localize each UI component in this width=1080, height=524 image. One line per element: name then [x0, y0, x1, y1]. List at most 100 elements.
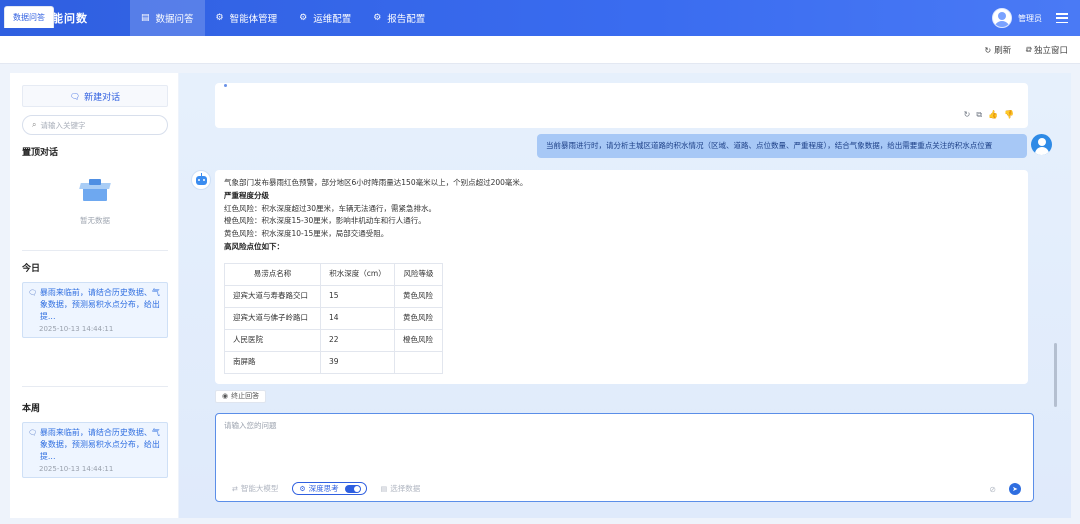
history-item-title: 暴雨来临前，请结合历史数据、气象数据，预测易积水点分布，给出提... — [39, 428, 160, 461]
user-message-avatar — [1031, 134, 1052, 155]
nav-item-label: 数据问答 — [155, 14, 194, 25]
empty-state: 暂无数据 — [22, 158, 168, 238]
table-row: 迎宾大道与寿春路交口 15 黄色风险 — [224, 284, 443, 308]
new-chat-button[interactable]: 🗨 新建对话 — [22, 85, 168, 107]
empty-box-icon — [79, 178, 111, 201]
gear-icon: ⚙ — [299, 484, 306, 493]
table-cell: 迎宾大道与寿春路交口 — [224, 284, 321, 308]
search-box: ⌕ — [22, 115, 168, 135]
bot-answer-card: 气象部门发布暴雨红色预警，部分地区6小时降雨量达150毫米以上，个别点超过200… — [215, 170, 1028, 384]
top-nav-bar: 智能问数 ▤ 数据问答 ⚙ 智能体管理 ⚙ 运维配置 ⚙ 报告配置 管理员 — [0, 0, 1080, 36]
history-item-title: 暴雨来临前，请结合历史数据、气象数据，预测易积水点分布，给出提... — [39, 288, 160, 321]
table-cell: 22 — [320, 328, 395, 352]
nav-item-data-qa[interactable]: ▤ 数据问答 — [130, 0, 205, 36]
user-name[interactable]: 管理员 — [1018, 13, 1042, 24]
select-data-button[interactable]: ▤ 选择数据 — [381, 483, 421, 494]
input-tools: ⇄ 智能大模型 ⚙ 深度思考 ▤ 选择数据 — [232, 482, 434, 495]
deep-think-toggle[interactable]: ⚙ 深度思考 — [292, 482, 367, 495]
table-cell: 39 — [320, 350, 395, 374]
conversation-sidebar: 🗨 新建对话 ⌕ 置顶对话 暂无数据 今日 🗨暴雨来临前，请结合历史数据、气象数… — [10, 73, 178, 518]
table-cell: 黄色风险 — [394, 284, 443, 308]
refresh-button[interactable]: ↻ 刷新 — [984, 44, 1012, 57]
toggle-switch[interactable] — [344, 484, 361, 493]
thumbs-down-icon[interactable]: 👎 — [1004, 110, 1014, 120]
nav-item-report-config[interactable]: ⚙ 报告配置 — [362, 0, 436, 36]
message-actions: ↻ ⧉ 👍 👎 — [958, 110, 1014, 120]
gear-icon: ⚙ — [215, 13, 224, 23]
empty-text: 暂无数据 — [80, 215, 110, 225]
nav-item-ops-config[interactable]: ⚙ 运维配置 — [288, 0, 362, 36]
nav-item-label: 智能体管理 — [229, 14, 278, 25]
user-area: 管理员 — [992, 0, 1068, 36]
send-area: ⊘ ➤ — [989, 483, 1021, 495]
hotspot-title: 高风险点位如下： — [224, 241, 284, 251]
refresh-icon: ↻ — [984, 45, 992, 55]
week-section-title: 本周 — [22, 404, 41, 414]
database-icon: ▤ — [380, 484, 388, 493]
detach-window-button[interactable]: ⧉ 独立窗口 — [1025, 44, 1068, 56]
copy-icon[interactable]: ⧉ — [976, 110, 982, 120]
table-row: 迎宾大道与佛子岭路口 14 黄色风险 — [224, 306, 443, 330]
table-cell: 14 — [320, 306, 395, 330]
chat-scrollbar[interactable] — [1054, 343, 1057, 407]
switch-icon: ⇄ — [232, 484, 238, 493]
table-cell — [394, 350, 443, 374]
table-cell: 黄色风险 — [394, 306, 443, 330]
search-icon: ⌕ — [32, 120, 37, 129]
table-cell: 15 — [320, 284, 395, 308]
chat-panel: ↻ ⧉ 👍 👎 当前暴雨进行时，请分析主城区道路的积水情况（区域、道路、点位数量… — [179, 73, 1071, 518]
table-row: 人民医院 22 橙色风险 — [224, 328, 443, 352]
severity-orange: 橙色风险：积水深度15-30厘米，影响非机动车和行人通行。 — [224, 216, 426, 226]
divider — [22, 250, 168, 251]
table-row: 南屏路 39 — [224, 350, 443, 374]
bot-avatar-icon — [191, 170, 211, 190]
chat-bubble-icon: 🗨 — [69, 91, 81, 101]
table-cell: 人民医院 — [224, 328, 321, 352]
regenerate-icon[interactable]: ↻ — [964, 110, 971, 120]
menu-icon[interactable] — [1056, 13, 1068, 23]
search-input[interactable] — [40, 120, 151, 130]
model-label: 智能大模型 — [240, 484, 279, 493]
main-nav: ▤ 数据问答 ⚙ 智能体管理 ⚙ 运维配置 ⚙ 报告配置 — [130, 0, 436, 36]
table-header-row: 易涝点名称 积水深度（cm） 风险等级 — [224, 262, 443, 286]
send-button[interactable]: ➤ — [1009, 483, 1021, 495]
history-item[interactable]: 🗨 暴雨来临前，请结合历史数据、气象数据，预测易积水点分布，给出提... 2025… — [22, 422, 168, 478]
answer-intro: 气象部门发布暴雨红色预警，部分地区6小时降雨量达150毫米以上，个别点超过200… — [224, 178, 528, 187]
nav-item-label: 报告配置 — [387, 14, 426, 25]
today-section-title: 今日 — [22, 264, 41, 274]
tab-bar — [0, 36, 1080, 64]
severity-red: 红色风险：积水深度超过30厘米，车辆无法通行，需紧急排水。 — [224, 203, 437, 213]
doc-icon: ▤ — [141, 13, 150, 23]
model-select-button[interactable]: ⇄ 智能大模型 — [232, 483, 278, 494]
tab-actions: ↻ 刷新 ⧉ 独立窗口 — [971, 36, 1068, 64]
stop-answer-label: 终止回答 — [231, 392, 260, 400]
stop-icon: ◉ — [222, 392, 229, 400]
user-message: 当前暴雨进行时，请分析主城区道路的积水情况（区域、道路、点位数量、严重程度），结… — [537, 134, 1027, 158]
nav-item-label: 运维配置 — [313, 14, 352, 25]
column-header: 易涝点名称 — [224, 262, 321, 286]
dot — [224, 84, 227, 87]
severity-yellow: 黄色风险：积水深度10-15厘米，局部交通受阻。 — [224, 229, 389, 239]
user-avatar[interactable] — [992, 8, 1012, 28]
tab-data-qa[interactable]: 数据问答 — [4, 6, 54, 28]
history-item-date: 2025-10-13 14:44:11 — [39, 325, 114, 333]
deep-think-label: 深度思考 — [308, 484, 339, 493]
column-header: 积水深度（cm） — [320, 262, 395, 286]
attach-icon[interactable]: ⊘ — [989, 485, 996, 494]
gear-icon: ⚙ — [373, 13, 382, 23]
history-item[interactable]: 🗨 暴雨来临前，请结合历史数据、气象数据，预测易积水点分布，给出提... 2025… — [22, 282, 168, 338]
severity-title: 严重程度分级 — [224, 190, 269, 200]
table-cell: 橙色风险 — [394, 328, 443, 352]
table-cell: 迎宾大道与佛子岭路口 — [224, 306, 321, 330]
table-cell: 南屏路 — [224, 350, 321, 374]
pinned-section-title: 置顶对话 — [22, 148, 59, 158]
chat-bubble-icon: 🗨 — [28, 429, 37, 437]
thumbs-up-icon[interactable]: 👍 — [988, 110, 998, 120]
question-input[interactable] — [224, 420, 1024, 460]
column-header: 风险等级 — [394, 262, 443, 286]
stop-answer-button[interactable]: ◉ 终止回答 — [215, 390, 267, 403]
select-data-label: 选择数据 — [390, 484, 421, 493]
chat-input-box: ⇄ 智能大模型 ⚙ 深度思考 ▤ 选择数据 ⊘ ➤ — [215, 413, 1034, 502]
chat-bubble-icon: 🗨 — [28, 289, 37, 297]
nav-item-agent-management[interactable]: ⚙ 智能体管理 — [205, 0, 289, 36]
